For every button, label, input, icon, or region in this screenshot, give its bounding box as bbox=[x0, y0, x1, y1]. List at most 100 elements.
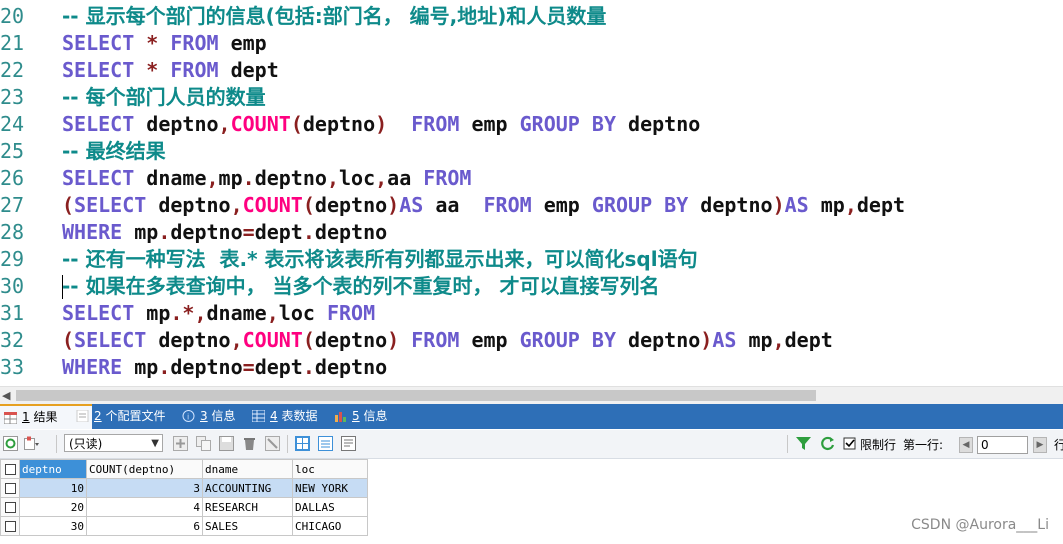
discard-changes-icon[interactable] bbox=[265, 436, 280, 451]
code-line[interactable]: 22 SELECT * FROM dept bbox=[0, 57, 1063, 84]
code-token: FROM bbox=[170, 58, 219, 82]
tab-number: 3 bbox=[200, 409, 208, 423]
line-number: 28 bbox=[0, 220, 25, 244]
column-header-loc[interactable]: loc bbox=[292, 459, 368, 479]
cell-dname[interactable]: SALES bbox=[202, 516, 293, 536]
code-text[interactable]: WHERE mp.deptno=dept.deptno bbox=[62, 219, 387, 246]
first-row-input[interactable]: 0 bbox=[977, 436, 1028, 454]
code-token: COUNT bbox=[242, 193, 303, 217]
code-line[interactable]: 33 WHERE mp.deptno=dept.deptno bbox=[0, 354, 1063, 381]
column-header-deptno[interactable]: deptno bbox=[19, 459, 87, 479]
code-text[interactable]: -- 如果在多表查询中， 当多个表的列不重复时， 才可以直接写列名 bbox=[62, 273, 660, 300]
code-line[interactable]: 26 SELECT dname,mp.deptno,loc,aa FROM bbox=[0, 165, 1063, 192]
read-only-mode-select[interactable]: (只读) ▼ bbox=[64, 434, 163, 452]
code-line[interactable]: 23 -- 每个部门人员的数量 bbox=[0, 84, 1063, 111]
cell-count[interactable]: 6 bbox=[86, 516, 203, 536]
cell-loc[interactable]: NEW YORK bbox=[292, 478, 368, 498]
save-icon[interactable] bbox=[219, 436, 234, 451]
form-view-icon[interactable] bbox=[318, 436, 333, 451]
export-dropdown-icon[interactable] bbox=[24, 436, 39, 451]
code-text[interactable]: SELECT mp.*,dname,loc FROM bbox=[62, 300, 375, 327]
table-row[interactable]: 10 3 ACCOUNTING NEW YORK bbox=[0, 478, 368, 498]
code-line[interactable]: 32 (SELECT deptno,COUNT(deptno) FROM emp … bbox=[0, 327, 1063, 354]
code-text[interactable]: SELECT * FROM dept bbox=[62, 57, 279, 84]
cell-deptno[interactable]: 20 bbox=[19, 497, 87, 517]
table-row[interactable]: 30 6 SALES CHICAGO bbox=[0, 516, 368, 536]
code-token: SELECT bbox=[62, 58, 135, 82]
cell-loc[interactable]: DALLAS bbox=[292, 497, 368, 517]
code-token: mp bbox=[736, 328, 773, 352]
column-header-count[interactable]: COUNT(deptno) bbox=[86, 459, 203, 479]
code-token: FROM bbox=[326, 301, 376, 325]
cell-count[interactable]: 3 bbox=[86, 478, 203, 498]
limit-rows-checkbox[interactable] bbox=[843, 436, 858, 451]
filter-icon[interactable] bbox=[796, 436, 811, 451]
row-checkbox[interactable] bbox=[0, 497, 20, 517]
cell-dname[interactable]: ACCOUNTING bbox=[202, 478, 293, 498]
refresh-grid-icon[interactable] bbox=[3, 436, 18, 451]
code-line[interactable]: 27 (SELECT deptno,COUNT(deptno)AS aa FROM… bbox=[0, 192, 1063, 219]
scroll-left-arrow-icon[interactable]: ◀ bbox=[2, 389, 10, 402]
code-text[interactable]: -- 显示每个部门的信息(包括:部门名， 编号,地址)和人员数量 bbox=[62, 3, 606, 30]
code-token: deptno bbox=[616, 112, 701, 136]
code-token: deptno bbox=[314, 355, 388, 379]
code-line[interactable]: 31 SELECT mp.*,dname,loc FROM bbox=[0, 300, 1063, 327]
scrollbar-thumb[interactable] bbox=[16, 390, 816, 401]
result-grid[interactable]: deptno COUNT(deptno) dname loc 10 3 ACCO… bbox=[0, 459, 368, 536]
table-row[interactable]: 20 4 RESEARCH DALLAS bbox=[0, 497, 368, 517]
previous-page-icon[interactable]: ◀ bbox=[959, 437, 973, 453]
insert-row-icon[interactable] bbox=[173, 436, 188, 451]
code-text[interactable]: WHERE mp.deptno=dept.deptno bbox=[62, 354, 387, 381]
line-number: 21 bbox=[0, 31, 25, 55]
code-text[interactable]: SELECT dname,mp.deptno,loc,aa FROM bbox=[62, 165, 471, 192]
chevron-down-icon: ▼ bbox=[151, 438, 159, 449]
code-text[interactable]: SELECT * FROM emp bbox=[62, 30, 267, 57]
code-text[interactable]: -- 最终结果 bbox=[62, 138, 166, 165]
select-all-checkbox[interactable] bbox=[0, 459, 20, 479]
code-text[interactable]: SELECT deptno,COUNT(deptno) FROM emp GRO… bbox=[62, 111, 700, 138]
code-line[interactable]: 24 SELECT deptno,COUNT(deptno) FROM emp G… bbox=[0, 111, 1063, 138]
cell-dname[interactable]: RESEARCH bbox=[202, 497, 293, 517]
line-number: 20 bbox=[0, 4, 25, 28]
tab-info-2[interactable]: 5 信息 bbox=[330, 404, 412, 429]
code-line[interactable]: 29 -- 还有一种写法 表.* 表示将该表所有列都显示出来，可以简化sql语句 bbox=[0, 246, 1063, 273]
code-token: emp bbox=[459, 112, 520, 136]
tab-profile[interactable]: 2 个配置文件 bbox=[72, 404, 194, 429]
code-line[interactable]: 20 -- 显示每个部门的信息(包括:部门名， 编号,地址)和人员数量 bbox=[0, 3, 1063, 30]
code-token: mp bbox=[122, 220, 159, 244]
code-text[interactable]: -- 每个部门人员的数量 bbox=[62, 84, 266, 111]
row-checkbox[interactable] bbox=[0, 478, 20, 498]
result-grid-icon bbox=[4, 412, 17, 424]
code-token: mp bbox=[122, 355, 159, 379]
result-tab-bar: 1 结果 2 个配置文件 i 3 信息 4 表数据 5 信息 bbox=[0, 404, 1063, 429]
row-checkbox[interactable] bbox=[0, 516, 20, 536]
code-token: ) bbox=[700, 328, 713, 352]
cell-loc[interactable]: CHICAGO bbox=[292, 516, 368, 536]
code-text[interactable]: -- 还有一种写法 表.* 表示将该表所有列都显示出来，可以简化sql语句 bbox=[62, 246, 698, 273]
code-line[interactable]: 25 -- 最终结果 bbox=[0, 138, 1063, 165]
code-text[interactable]: (SELECT deptno,COUNT(deptno) FROM emp GR… bbox=[62, 327, 833, 354]
editor-horizontal-scrollbar[interactable]: ◀ bbox=[0, 386, 1063, 404]
text-view-icon[interactable] bbox=[341, 436, 356, 451]
code-line[interactable]: 28 WHERE mp.deptno=dept.deptno bbox=[0, 219, 1063, 246]
code-token: * bbox=[182, 301, 195, 325]
code-line[interactable]: 30 -- 如果在多表查询中， 当多个表的列不重复时， 才可以直接写列名 bbox=[0, 273, 1063, 300]
delete-row-icon[interactable] bbox=[242, 436, 257, 451]
code-token: deptno bbox=[146, 193, 231, 217]
column-header-dname[interactable]: dname bbox=[202, 459, 293, 479]
code-token: . bbox=[302, 355, 315, 379]
cell-deptno[interactable]: 10 bbox=[19, 478, 87, 498]
refresh-icon[interactable] bbox=[820, 436, 835, 451]
grid-view-icon[interactable] bbox=[295, 436, 310, 451]
sql-editor[interactable]: 20 -- 显示每个部门的信息(包括:部门名， 编号,地址)和人员数量 21 SELE… bbox=[0, 0, 1063, 386]
next-page-icon[interactable]: ▶ bbox=[1033, 437, 1047, 453]
code-line[interactable]: 21 SELECT * FROM emp bbox=[0, 30, 1063, 57]
copy-row-icon[interactable] bbox=[196, 436, 211, 451]
code-text[interactable]: (SELECT deptno,COUNT(deptno)AS aa FROM e… bbox=[62, 192, 905, 219]
cell-deptno[interactable]: 30 bbox=[19, 516, 87, 536]
cell-count[interactable]: 4 bbox=[86, 497, 203, 517]
